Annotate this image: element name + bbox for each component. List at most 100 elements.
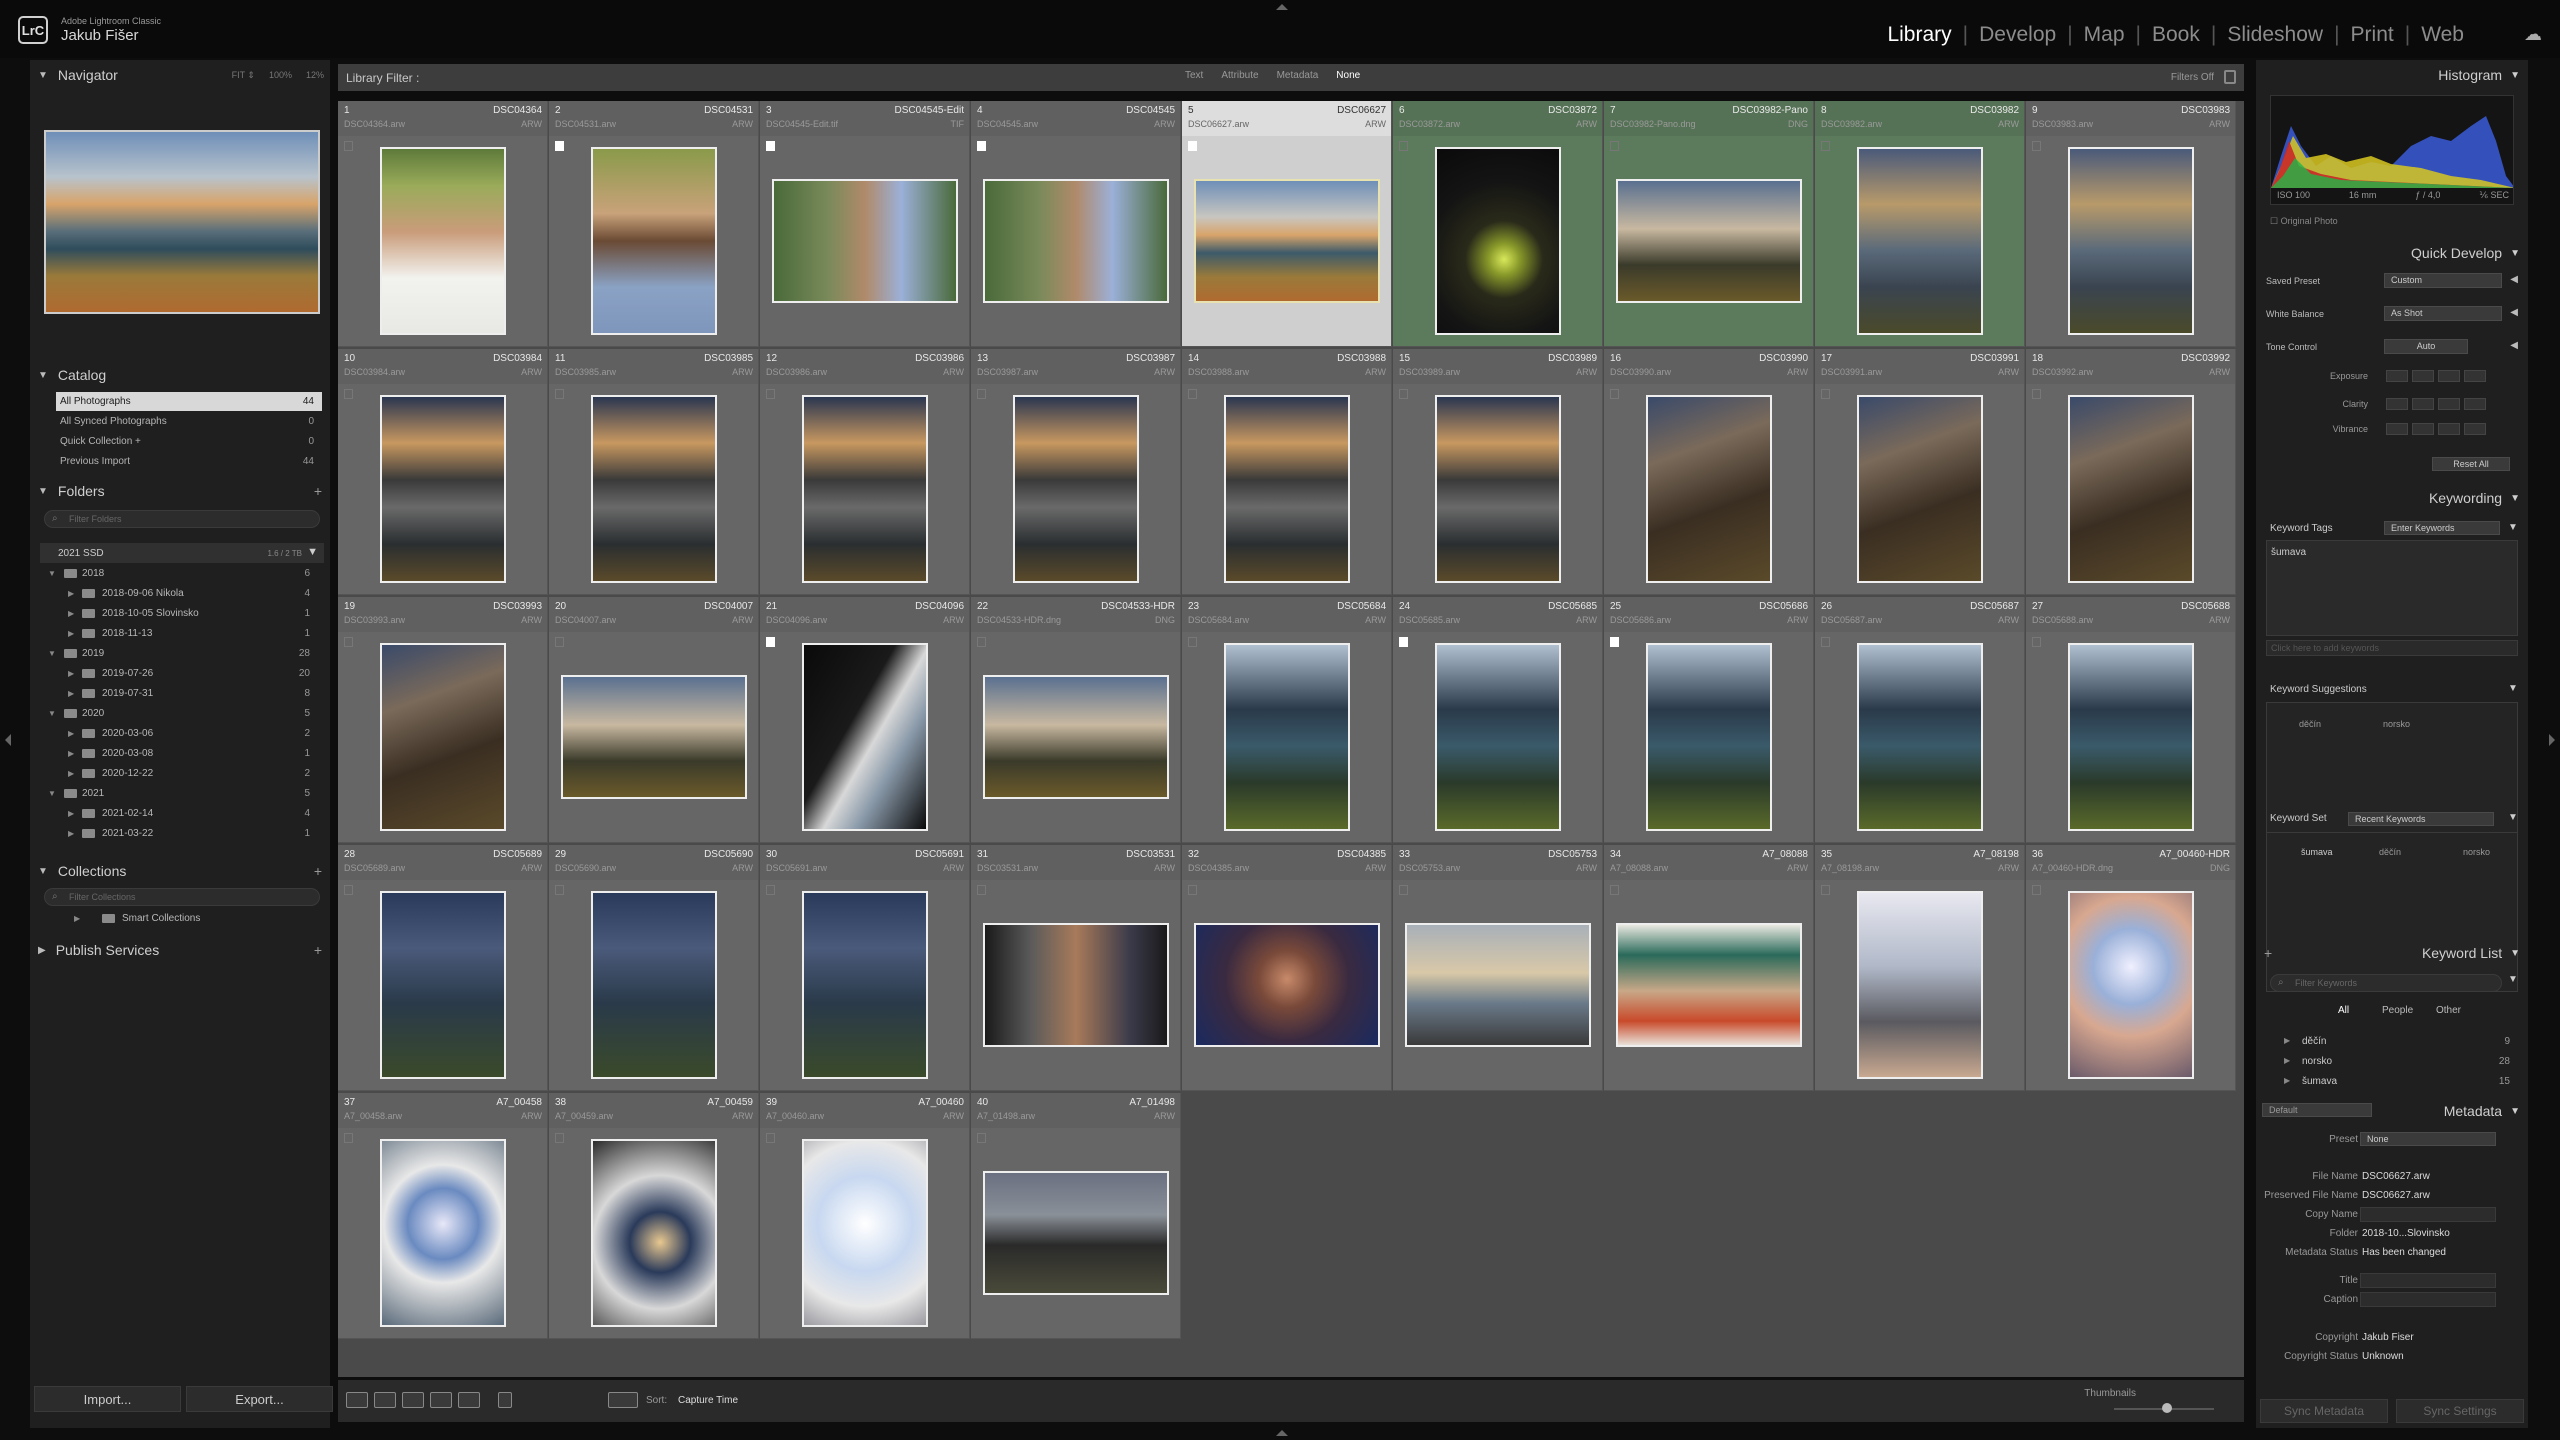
- bottom-panel-toggle-icon[interactable]: [1276, 1430, 1288, 1436]
- thumbnail-cell[interactable]: 36 A7_00460-HDR A7_00460-HDR.dng DNG: [2026, 845, 2236, 1091]
- photo-thumbnail[interactable]: [1616, 923, 1802, 1047]
- thumbnail-cell[interactable]: 30 DSC05691 DSC05691.arw ARW: [760, 845, 970, 1091]
- loupe-view-icon[interactable]: [374, 1392, 396, 1408]
- photo-thumbnail[interactable]: [2068, 147, 2194, 335]
- saved-preset-select[interactable]: Custom: [2384, 273, 2502, 288]
- publish-services-header[interactable]: ▶ Publish Services +: [30, 935, 330, 965]
- volume-menu-icon[interactable]: ▼: [307, 546, 318, 558]
- photo-thumbnail[interactable]: [1224, 395, 1350, 583]
- thumbnail-cell[interactable]: 12 DSC03986 DSC03986.arw ARW: [760, 349, 970, 595]
- metadata-value[interactable]: DSC06627.arw: [2362, 1171, 2430, 1182]
- folder-year[interactable]: ▼ 2021 5: [40, 784, 324, 803]
- exposure-buttons[interactable]: [2386, 370, 2486, 382]
- catalog-item[interactable]: All Photographs 44: [56, 392, 322, 411]
- expand-icon[interactable]: ▶: [68, 749, 74, 758]
- folders-header[interactable]: ▼ Folders +: [30, 476, 330, 506]
- flag-icon[interactable]: [1399, 885, 1408, 895]
- folder-year[interactable]: ▼ 2018 6: [40, 564, 324, 583]
- module-slideshow[interactable]: Slideshow: [2216, 23, 2334, 47]
- module-develop[interactable]: Develop: [1968, 23, 2067, 47]
- thumbnail-cell[interactable]: 34 A7_08088 A7_08088.arw ARW: [1604, 845, 1814, 1091]
- folder-item[interactable]: ▶ 2020-03-06 2: [40, 724, 324, 743]
- photo-thumbnail[interactable]: [983, 675, 1169, 799]
- original-photo-checkbox[interactable]: ☐ Original Photo: [2270, 216, 2338, 227]
- thumbnail-cell[interactable]: 25 DSC05686 DSC05686.arw ARW: [1604, 597, 1814, 843]
- metadata-value[interactable]: DSC06627.arw: [2362, 1190, 2430, 1201]
- photo-thumbnail[interactable]: [802, 891, 928, 1079]
- thumbnail-cell[interactable]: 11 DSC03985 DSC03985.arw ARW: [549, 349, 759, 595]
- flag-icon[interactable]: [1188, 141, 1197, 151]
- thumbnail-cell[interactable]: 27 DSC05688 DSC05688.arw ARW: [2026, 597, 2236, 843]
- identity-plate[interactable]: Jakub Fišer: [61, 27, 139, 44]
- thumbnail-cell[interactable]: 33 DSC05753 DSC05753.arw ARW: [1393, 845, 1603, 1091]
- flag-icon[interactable]: [1821, 885, 1830, 895]
- collection-search-input[interactable]: ⌕ Filter Collections: [44, 888, 320, 906]
- filter-attribute[interactable]: Attribute: [1212, 70, 1267, 81]
- photo-thumbnail[interactable]: [380, 1139, 506, 1327]
- photo-thumbnail[interactable]: [591, 891, 717, 1079]
- thumbnail-cell[interactable]: 3 DSC04545-Edit DSC04545-Edit.tif TIF: [760, 101, 970, 347]
- thumbnail-cell[interactable]: 37 A7_00458 A7_00458.arw ARW: [338, 1093, 548, 1339]
- flag-icon[interactable]: [2032, 885, 2041, 895]
- collapse-icon[interactable]: ▼: [48, 789, 56, 798]
- current-keywords[interactable]: šumava: [2271, 547, 2306, 558]
- flag-icon[interactable]: [1610, 389, 1619, 399]
- flag-icon[interactable]: [766, 1133, 775, 1143]
- collapse-icon[interactable]: ▼: [48, 649, 56, 658]
- catalog-header[interactable]: ▼ Catalog: [30, 360, 330, 390]
- folder-item[interactable]: ▶ 2020-03-08 1: [40, 744, 324, 763]
- cloud-icon[interactable]: ☁: [2524, 24, 2542, 45]
- metadata-field[interactable]: [2360, 1273, 2496, 1288]
- folder-item[interactable]: ▶ 2018-10-05 Slovinsko 1: [40, 604, 324, 623]
- folder-item[interactable]: ▶ 2021-03-22 1: [40, 824, 324, 843]
- expand-icon[interactable]: ◀: [2510, 307, 2518, 318]
- photo-thumbnail[interactable]: [772, 179, 958, 303]
- flag-icon[interactable]: [1399, 141, 1408, 151]
- flag-icon[interactable]: [344, 885, 353, 895]
- thumbnail-cell[interactable]: 6 DSC03872 DSC03872.arw ARW: [1393, 101, 1603, 347]
- keyword-list-item[interactable]: ▶ norsko 28: [2266, 1053, 2518, 1072]
- expand-icon[interactable]: ▶: [68, 629, 74, 638]
- keyword-set-select[interactable]: Recent Keywords: [2348, 812, 2494, 826]
- photo-thumbnail[interactable]: [380, 395, 506, 583]
- vibrance-buttons[interactable]: [2386, 423, 2486, 435]
- expand-icon[interactable]: ▶: [68, 669, 74, 678]
- import-button[interactable]: Import...: [34, 1386, 181, 1412]
- expand-icon[interactable]: ▶: [68, 769, 74, 778]
- metadata-field[interactable]: [2360, 1207, 2496, 1222]
- expand-icon[interactable]: ▼: [2508, 522, 2518, 533]
- keyword-tags-box[interactable]: šumava: [2266, 540, 2518, 636]
- folder-item[interactable]: ▶ 2018-11-13 1: [40, 624, 324, 643]
- photo-thumbnail[interactable]: [2068, 643, 2194, 831]
- photo-thumbnail[interactable]: [591, 147, 717, 335]
- flag-icon[interactable]: [344, 1133, 353, 1143]
- flag-icon[interactable]: [766, 637, 775, 647]
- metadata-value[interactable]: Has been changed: [2362, 1247, 2446, 1258]
- keyword-tab-all[interactable]: All: [2338, 1005, 2349, 1016]
- keyword-list-item[interactable]: ▶ děčín 9: [2266, 1033, 2518, 1052]
- metadata-view-select[interactable]: Default: [2262, 1103, 2372, 1117]
- flag-icon[interactable]: [1610, 637, 1619, 647]
- thumbnail-cell[interactable]: 39 A7_00460 A7_00460.arw ARW: [760, 1093, 970, 1339]
- keyword-set-item[interactable]: šumava: [2301, 847, 2333, 857]
- photo-thumbnail[interactable]: [1194, 923, 1380, 1047]
- flag-icon[interactable]: [977, 1133, 986, 1143]
- flag-icon[interactable]: [766, 389, 775, 399]
- flag-icon[interactable]: [555, 637, 564, 647]
- flag-icon[interactable]: [344, 389, 353, 399]
- right-panel-toggle-icon[interactable]: [2549, 734, 2555, 746]
- keywording-header[interactable]: Keywording ▼: [2256, 485, 2528, 511]
- module-book[interactable]: Book: [2141, 23, 2211, 47]
- photo-thumbnail[interactable]: [1857, 643, 1983, 831]
- photo-thumbnail[interactable]: [1646, 395, 1772, 583]
- flag-icon[interactable]: [1399, 389, 1408, 399]
- flag-icon[interactable]: [2032, 389, 2041, 399]
- thumbnail-cell[interactable]: 20 DSC04007 DSC04007.arw ARW: [549, 597, 759, 843]
- add-collection-icon[interactable]: +: [314, 863, 322, 879]
- thumbnail-cell[interactable]: 17 DSC03991 DSC03991.arw ARW: [1815, 349, 2025, 595]
- catalog-item[interactable]: Quick Collection + 0: [56, 432, 322, 451]
- add-keyword-icon[interactable]: +: [2264, 945, 2272, 961]
- sync-settings-button[interactable]: Sync Settings: [2396, 1399, 2524, 1423]
- flag-icon[interactable]: [344, 637, 353, 647]
- thumbnail-cell[interactable]: 16 DSC03990 DSC03990.arw ARW: [1604, 349, 1814, 595]
